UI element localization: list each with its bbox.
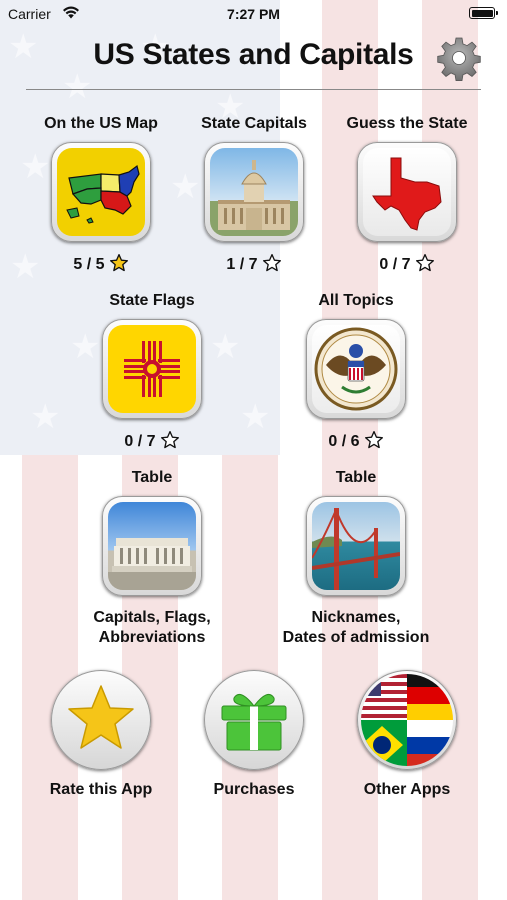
score-state-flags: 0 / 7 xyxy=(92,430,212,453)
table-caption-nicknames: Nicknames, Dates of admission xyxy=(256,608,456,648)
score-all-topics: 0 / 6 xyxy=(296,430,416,453)
new-mexico-flag-icon xyxy=(108,325,196,413)
score-text: 0 / 7 xyxy=(379,256,411,273)
caption-line: Capitals, Flags, xyxy=(93,609,211,626)
score-us-map: 5 / 5 xyxy=(41,253,161,276)
score-text: 1 / 7 xyxy=(226,256,258,273)
gift-icon xyxy=(221,693,287,751)
star-outline-icon xyxy=(415,254,434,272)
world-flags-icon xyxy=(361,674,453,766)
header-divider xyxy=(26,89,481,90)
purchases-button[interactable] xyxy=(204,670,304,770)
clock: 7:27 PM xyxy=(227,6,280,22)
star-icon xyxy=(68,685,134,749)
battery-icon xyxy=(469,7,498,19)
quiz-label-state-flags: State Flags xyxy=(109,292,195,309)
score-text: 5 / 5 xyxy=(73,256,105,273)
guess-state-quiz-button[interactable] xyxy=(357,142,457,242)
state-flags-quiz-button[interactable] xyxy=(102,319,202,419)
us-map-icon xyxy=(57,148,145,236)
caption-line: Nicknames, xyxy=(311,609,401,626)
all-topics-quiz-button[interactable] xyxy=(306,319,406,419)
great-seal-icon xyxy=(312,325,400,413)
star-filled-icon xyxy=(109,254,128,272)
caption-line: Abbreviations xyxy=(98,629,206,646)
nicknames-dates-table-button[interactable] xyxy=(306,496,406,596)
score-text: 0 / 6 xyxy=(328,433,360,450)
rate-app-button[interactable] xyxy=(51,670,151,770)
table-label-nicknames: Table xyxy=(335,469,377,486)
star-outline-icon xyxy=(160,431,179,449)
texas-shape-icon xyxy=(363,148,451,236)
score-text: 0 / 7 xyxy=(124,433,156,450)
us-map-quiz-button[interactable] xyxy=(51,142,151,242)
quiz-label-guess-state: Guess the State xyxy=(346,115,468,132)
score-guess-state: 0 / 7 xyxy=(347,253,467,276)
golden-gate-bridge-icon xyxy=(312,502,400,590)
gear-icon[interactable] xyxy=(436,35,482,81)
quiz-label-all-topics: All Topics xyxy=(318,292,394,309)
other-apps-label: Other Apps xyxy=(363,781,451,798)
status-bar: Carrier 7:27 PM xyxy=(0,0,507,28)
state-capitals-quiz-button[interactable] xyxy=(204,142,304,242)
other-apps-button[interactable] xyxy=(357,670,457,770)
score-state-capitals: 1 / 7 xyxy=(194,253,314,276)
table-label-capitals: Table xyxy=(131,469,173,486)
capitol-building-icon xyxy=(210,148,298,236)
page-title: US States and Capitals xyxy=(93,38,414,71)
table-caption-capitals: Capitals, Flags, Abbreviations xyxy=(52,608,252,648)
star-outline-icon xyxy=(262,254,281,272)
capitals-flags-table-button[interactable] xyxy=(102,496,202,596)
lincoln-memorial-icon xyxy=(108,502,196,590)
star-outline-icon xyxy=(364,431,383,449)
caption-line: Dates of admission xyxy=(282,629,430,646)
